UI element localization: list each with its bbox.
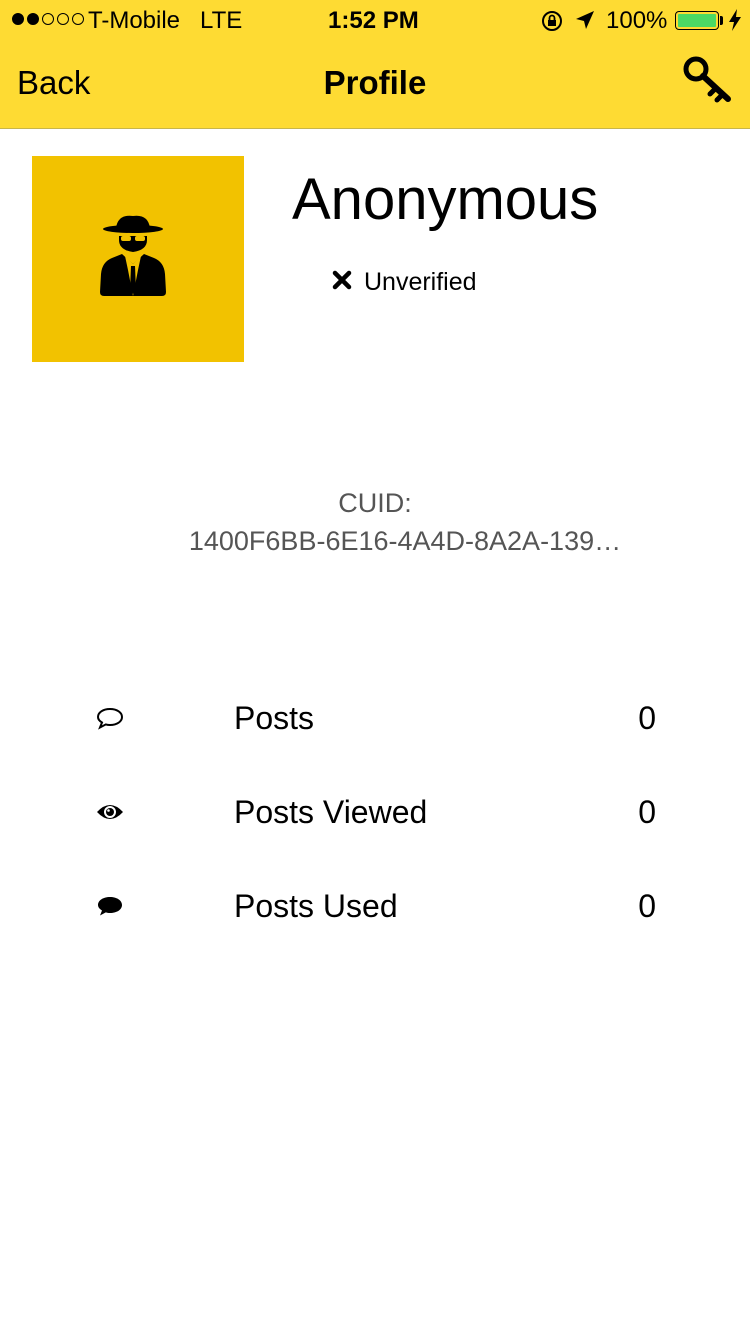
key-icon[interactable] [682,55,734,105]
signal-strength-icon [12,13,84,25]
cuid-value: 1400F6BB-6E16-4A4D-8A2A-139… [188,526,622,556]
profile-name: Anonymous [292,167,599,232]
stat-label: Posts Viewed [234,794,428,830]
page-title: Profile [323,64,427,101]
carrier-name: T-Mobile [88,7,181,34]
eye-icon [95,800,125,829]
stat-row-posts-viewed: Posts Viewed 0 [0,782,750,842]
stat-row-posts: Posts 0 [0,688,750,748]
stat-value: 0 [638,888,656,924]
stat-value: 0 [638,794,656,830]
speech-bubble-filled-icon [95,894,125,923]
location-arrow-icon [574,9,596,38]
avatar [32,156,244,362]
charging-bolt-icon [728,9,742,38]
speech-bubble-outline-icon [95,706,125,735]
stat-row-posts-used: Posts Used 0 [0,876,750,936]
status-bar: T-Mobile LTE 1:52 PM 100% [0,0,750,40]
header: T-Mobile LTE 1:52 PM 100% Back Profile [0,0,750,129]
battery-icon [675,11,719,30]
verification-status: Unverified [332,268,477,297]
cuid-section: CUID: 1400F6BB-6E16-4A4D-8A2A-139… [0,484,750,560]
x-icon [332,268,352,297]
back-button[interactable]: Back [17,64,90,102]
status-time: 1:52 PM [328,7,419,34]
stat-label: Posts [234,700,315,736]
rotation-lock-icon [540,9,564,40]
stat-value: 0 [638,700,656,736]
cuid-label: CUID: [338,488,412,518]
stat-label: Posts Used [234,888,398,924]
spy-icon [100,215,166,296]
verification-label: Unverified [364,268,477,296]
network-type: LTE [200,7,243,34]
battery-percent: 100% [606,7,668,34]
